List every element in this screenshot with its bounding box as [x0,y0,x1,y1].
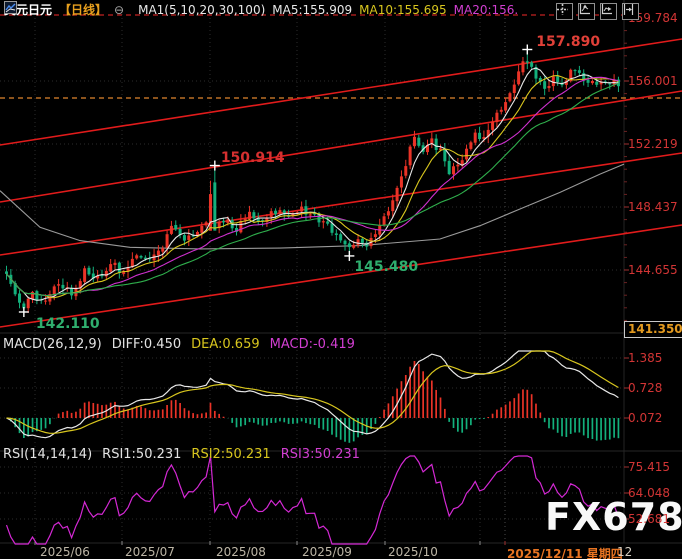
collapse-icon[interactable]: ⊖ [114,3,124,17]
rsi-axis-tick: 52.681 [628,512,670,526]
time-axis-tick: 2025/06 [40,545,90,559]
candles [5,50,620,314]
fit-chart-right-icon[interactable] [600,3,617,20]
chart-canvas[interactable] [0,0,682,559]
ma20-value: MA20:156. [454,3,519,17]
rsi-settings-label: RSI(14,14,14) [3,447,92,462]
chart-header: 美元日元 【日线】 ⊖ MA1(5,10,20,30,100) MA5:155.… [4,1,518,18]
macd-axis-tick: 0.072 [628,411,662,425]
period-tag[interactable]: 【日线】 [59,1,107,18]
time-axis-tick: 2025/08 [216,545,266,559]
price-annotation: 157.890 [536,34,600,50]
macd-indicator-row: MACD(26,12,9) DIFF:0.450 DEA:0.659 MACD:… [3,337,355,352]
price-annotation: 145.480 [354,259,418,275]
price-axis-tick: 148.437 [628,200,678,214]
ma10-value: MA10:155.695 [359,3,447,17]
chart-app-window: 美元日元 【日线】 ⊖ MA1(5,10,20,30,100) MA5:155.… [0,0,682,559]
time-axis-tick: 2025/07 [125,545,175,559]
rsi1-value: RSI1:50.231 [102,447,181,462]
rsi2-value: RSI2:50.231 [191,447,270,462]
go-to-latest-icon[interactable] [622,3,639,20]
macd-dea-value: DEA:0.659 [191,337,260,352]
macd-settings-label: MACD(26,12,9) [3,337,102,352]
month-12-label: 12 [617,545,632,559]
rsi-axis-tick: 75.415 [628,460,670,474]
rsi3-value: RSI3:50.231 [281,447,360,462]
ma5-value: MA5:155.909 [272,3,352,17]
time-axis-tick: 2025/09 [302,545,352,559]
ma-settings-label: MA1(5,10,20,30,100) [138,3,265,17]
price-axis-tick: 156.001 [628,74,678,88]
macd-macd-value: MACD:-0.419 [270,337,355,352]
current-date-label: 2025/12/11 星期四 [507,545,623,559]
macd-diff-value: DIFF:0.450 [112,337,181,352]
pane-bottom-price-label: 141.350 [624,321,682,338]
rsi-indicator-row: RSI(14,14,14) RSI1:50.231 RSI2:50.231 RS… [3,447,360,462]
macd-axis-tick: 1.385 [628,351,662,365]
price-axis-tick: 144.655 [628,263,678,277]
macd-axis-tick: 0.728 [628,381,662,395]
pan-crosshair-icon[interactable] [556,3,573,20]
price-axis-tick: 152.219 [628,137,678,151]
rsi-axis-tick: 64.048 [628,486,670,500]
fit-chart-left-icon[interactable] [578,3,595,20]
time-axis-tick: 2025/10 [388,545,438,559]
price-annotation: 142.110 [36,316,100,332]
price-annotation: 150.914 [221,150,285,166]
